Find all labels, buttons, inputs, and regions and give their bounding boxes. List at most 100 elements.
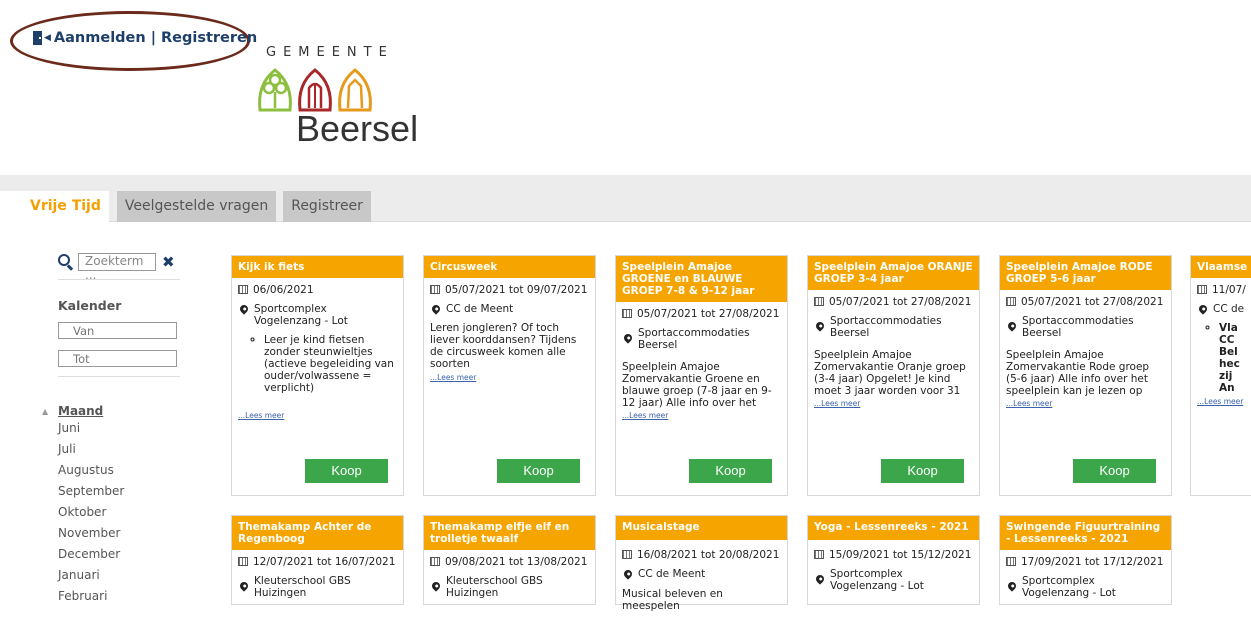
card-location-row: Kleuterschool GBS Huizingen (430, 575, 589, 599)
card-date-row: 05/07/2021 tot 27/08/2021 (814, 296, 973, 308)
card-date: 06/06/2021 (253, 284, 314, 296)
card-title[interactable]: Speelplein Amajoe GROENE en BLAUWE GROEP… (616, 256, 787, 302)
date-from-field[interactable]: Van (58, 322, 177, 339)
card-location-row: Sportaccommodaties Beersel (814, 315, 973, 339)
card-title[interactable]: Speelplein Amajoe ORANJE GROEP 3-4 jaar (808, 256, 979, 290)
month-item[interactable]: Januari (58, 565, 180, 586)
card-date: 15/09/2021 tot 15/12/2021 (829, 549, 972, 561)
card-title[interactable]: Kijk ik fiets (232, 256, 403, 278)
card-title[interactable]: Vlaamse (1191, 256, 1251, 278)
read-more-link[interactable]: ...Lees meer (430, 372, 589, 384)
logo-gemeente-text: GEMEENTE (266, 45, 394, 60)
card-title[interactable]: Speelplein Amajoe RODE GROEP 5-6 jaar (1000, 256, 1171, 290)
card-location-row: Sportcomplex Vogelenzang - Lot (238, 303, 397, 327)
read-more-link[interactable]: ...Lees meer (814, 398, 973, 410)
card-location-row: CC de Meent (430, 303, 589, 315)
koop-button[interactable]: Koop (497, 459, 580, 483)
card-title[interactable]: Circusweek (424, 256, 595, 278)
card-body: 06/06/2021 Sportcomplex Vogelenzang - Lo… (232, 278, 403, 428)
koop-button[interactable]: Koop (305, 459, 388, 483)
date-to-field[interactable]: Tot (58, 350, 177, 367)
activity-card[interactable]: Musicalstage 16/08/2021 tot 20/08/2021 C… (615, 515, 788, 612)
month-item[interactable]: Oktober (58, 502, 180, 523)
month-item[interactable]: Juni (58, 418, 180, 439)
activity-card[interactable]: Themakamp Achter de Regenboog 12/07/2021… (231, 515, 404, 605)
month-item[interactable]: Juli (58, 439, 180, 460)
location-pin-icon (622, 332, 634, 344)
koop-button[interactable]: Koop (689, 459, 772, 483)
koop-button[interactable]: Koop (1073, 459, 1156, 483)
location-pin-icon (238, 303, 250, 315)
activity-card[interactable]: Kijk ik fiets 06/06/2021 Sportcomplex Vo… (231, 255, 404, 496)
register-link[interactable]: Registreren (161, 30, 257, 46)
activity-card[interactable]: Speelplein Amajoe RODE GROEP 5-6 jaar 05… (999, 255, 1172, 496)
tab-vrije-tijd[interactable]: Vrije Tijd (0, 191, 109, 222)
card-location: Sportcomplex Vogelenzang - Lot (1022, 575, 1116, 599)
activity-card[interactable]: Swingende Figuurtraining - Lessenreeks -… (999, 515, 1172, 605)
card-location: Kleuterschool GBS Huizingen (254, 575, 351, 599)
month-item[interactable]: Augustus (58, 460, 180, 481)
card-body: 05/07/2021 tot 27/08/2021 Sportaccommoda… (808, 290, 979, 416)
activity-card[interactable]: Yoga - Lessenreeks - 2021 15/09/2021 tot… (807, 515, 980, 605)
month-item[interactable]: November (58, 523, 180, 544)
card-date-row: 12/07/2021 tot 16/07/2021 (238, 556, 397, 568)
card-location: CC de Meent (446, 303, 514, 315)
location-pin-icon (1197, 303, 1209, 315)
card-date-row: 15/09/2021 tot 15/12/2021 (814, 549, 973, 561)
card-description: Speelplein Amajoe Zomervakantie Groene e… (622, 361, 772, 409)
read-more-link[interactable]: ...Lees meer (622, 410, 781, 422)
read-more-link[interactable]: ...Lees meer (1197, 396, 1245, 408)
activity-card[interactable]: Circusweek 05/07/2021 tot 09/07/2021 CC … (423, 255, 596, 496)
calendar-icon (1006, 557, 1016, 566)
auth-separator: | (150, 30, 156, 46)
card-title[interactable]: Themakamp elfje elf en trolletje twaalf (424, 516, 595, 550)
tab-registreer[interactable]: Registreer (283, 191, 371, 222)
activity-card[interactable]: Speelplein Amajoe ORANJE GROEP 3-4 jaar … (807, 255, 980, 496)
login-door-icon (33, 31, 42, 45)
card-location: Kleuterschool GBS Huizingen (446, 575, 543, 599)
calendar-title: Kalender (58, 298, 122, 313)
card-title[interactable]: Yoga - Lessenreeks - 2021 (808, 516, 979, 540)
koop-button[interactable]: Koop (881, 459, 964, 483)
card-title[interactable]: Themakamp Achter de Regenboog (232, 516, 403, 550)
card-body: 17/09/2021 tot 17/12/2021 Sportcomplex V… (1000, 550, 1171, 612)
card-date-row: 05/07/2021 tot 09/07/2021 (430, 284, 589, 296)
card-description: Speelplein Amajoe Zomervakantie Rode gro… (1006, 349, 1150, 397)
card-date-row: 06/06/2021 (238, 284, 397, 296)
card-date-row: 17/09/2021 tot 17/12/2021 (1006, 556, 1165, 568)
card-date: 05/07/2021 tot 27/08/2021 (1021, 296, 1164, 308)
month-item[interactable]: September (58, 481, 180, 502)
read-more-link[interactable]: ...Lees meer (238, 410, 397, 422)
activity-card[interactable]: Vlaamse 11/07/ CC de Vla CC Bel hec zij … (1190, 255, 1251, 496)
collapse-caret-icon[interactable]: ▲ (42, 407, 48, 416)
card-title[interactable]: Swingende Figuurtraining - Lessenreeks -… (1000, 516, 1171, 550)
auth-links: ◀ Aanmelden | Registreren (33, 30, 257, 46)
card-date: 17/09/2021 tot 17/12/2021 (1021, 556, 1164, 568)
gemeente-logo[interactable]: GEMEENTE Beersel (252, 40, 442, 150)
card-bullet: Vla CC Bel hec zij An (1219, 322, 1240, 394)
card-location-row: CC de (1197, 303, 1245, 315)
search-icon[interactable] (58, 254, 74, 270)
activity-card[interactable]: Themakamp elfje elf en trolletje twaalf … (423, 515, 596, 605)
card-body: 05/07/2021 tot 27/08/2021 Sportaccommoda… (1000, 290, 1171, 416)
calendar-icon (814, 550, 824, 559)
card-location-row: Sportaccommodaties Beersel (622, 327, 781, 351)
login-link[interactable]: Aanmelden (54, 30, 146, 46)
card-description: Speelplein Amajoe Zomervakantie Oranje g… (814, 349, 966, 397)
month-header[interactable]: ▲ Maand (42, 404, 180, 418)
tab-veelgestelde-vragen[interactable]: Veelgestelde vragen (116, 191, 277, 222)
card-body: 05/07/2021 tot 09/07/2021 CC de Meent Le… (424, 278, 595, 390)
month-item[interactable]: December (58, 544, 180, 565)
month-item[interactable]: Februari (58, 586, 180, 607)
activity-card[interactable]: Speelplein Amajoe GROENE en BLAUWE GROEP… (615, 255, 788, 496)
card-body: 16/08/2021 tot 20/08/2021 CC de Meent Mu… (616, 540, 787, 618)
location-pin-icon (238, 580, 250, 592)
card-date-row: 05/07/2021 tot 27/08/2021 (622, 308, 781, 320)
read-more-link[interactable]: ...Lees meer (1006, 398, 1165, 410)
card-title[interactable]: Musicalstage (616, 516, 787, 540)
clear-icon[interactable]: ✖ (162, 254, 175, 270)
search-input[interactable]: Zoekterm ... (78, 253, 156, 282)
sidebar-divider (58, 279, 180, 280)
card-location-row: CC de Meent (622, 568, 781, 580)
calendar-icon (1197, 285, 1207, 294)
